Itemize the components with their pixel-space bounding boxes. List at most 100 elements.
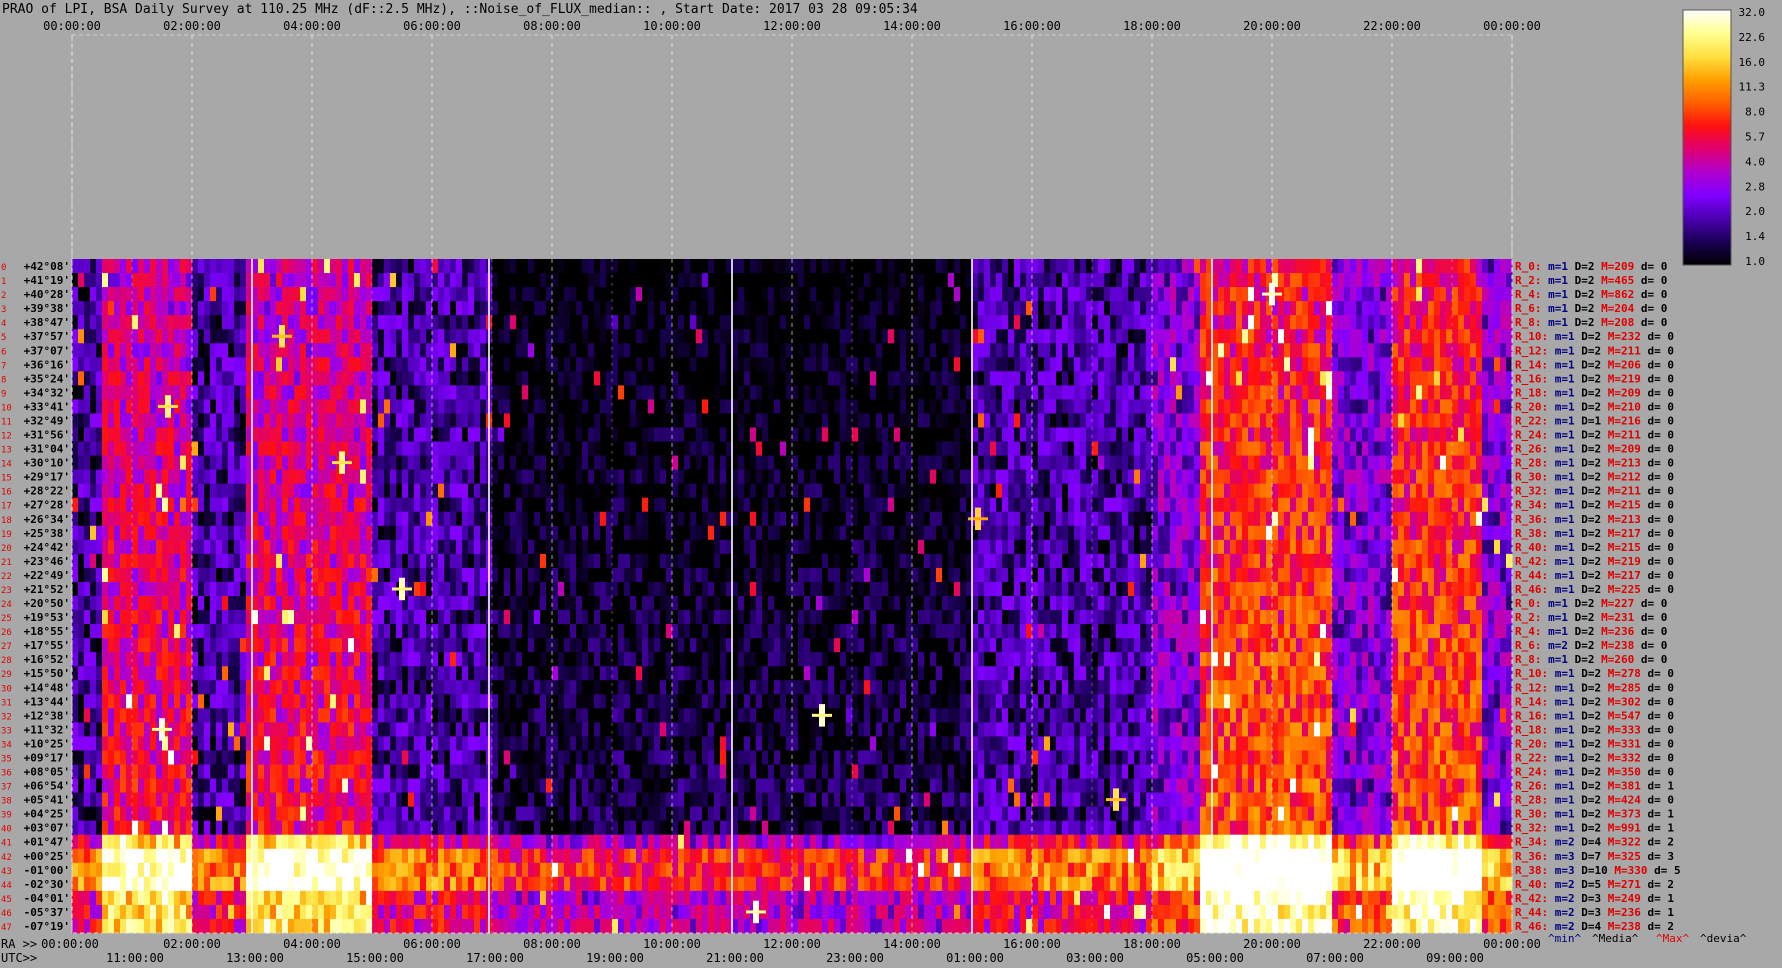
heatmap-cell — [1230, 427, 1237, 442]
heatmap-cell — [702, 329, 709, 344]
heatmap-cell — [1386, 385, 1393, 400]
heatmap-cell — [888, 315, 895, 330]
heatmap-cell — [1494, 469, 1501, 485]
heatmap-cell — [462, 343, 469, 358]
heatmap-cell — [132, 357, 139, 372]
heatmap-cell — [378, 371, 385, 386]
heatmap-cell — [1008, 315, 1015, 330]
heatmap-cell — [1464, 399, 1471, 414]
heatmap-cell — [534, 287, 541, 302]
heatmap-cell — [552, 343, 559, 358]
heatmap-cell — [1278, 259, 1285, 274]
heatmap-cell — [330, 525, 337, 541]
heatmap-cell — [204, 483, 211, 499]
heatmap-cell — [738, 357, 745, 372]
heatmap-cell — [438, 497, 445, 513]
heatmap-cell — [798, 399, 805, 414]
heatmap-cell — [1302, 441, 1309, 456]
heatmap-cell — [702, 259, 709, 274]
heatmap-cell — [1200, 287, 1207, 302]
heatmap-cell — [978, 357, 985, 372]
heatmap-cell — [546, 413, 553, 428]
heatmap-cell — [732, 343, 739, 358]
heatmap-cell — [1020, 273, 1027, 288]
heatmap-cell — [672, 511, 679, 527]
heatmap-cell — [780, 427, 787, 442]
heatmap-cell — [210, 469, 217, 485]
heatmap-cell — [432, 371, 439, 386]
heatmap-cell — [1212, 497, 1219, 513]
heatmap-cell — [312, 399, 319, 414]
heatmap-cell — [948, 441, 955, 456]
heatmap-cell — [546, 441, 553, 456]
heatmap-cell — [528, 399, 535, 414]
heatmap-cell — [618, 511, 625, 527]
heatmap-cell — [672, 329, 679, 344]
heatmap-cell — [1038, 441, 1045, 456]
heatmap-cell — [990, 455, 997, 471]
heatmap-cell — [1224, 301, 1231, 316]
heatmap-cell — [768, 259, 775, 274]
heatmap-cell — [1362, 273, 1369, 288]
heatmap-cell — [96, 399, 103, 414]
heatmap-cell — [360, 469, 367, 485]
heatmap-cell — [1242, 511, 1249, 527]
heatmap-cell — [684, 259, 691, 274]
heatmap-cell — [1092, 441, 1099, 456]
heatmap-cell — [1386, 273, 1393, 288]
heatmap-cell — [810, 287, 817, 302]
heatmap-cell — [1422, 441, 1429, 456]
heatmap-cell — [546, 259, 553, 274]
heatmap-cell — [1284, 343, 1291, 358]
heatmap-cell — [348, 469, 355, 485]
heatmap-cell — [390, 273, 397, 288]
heatmap-cell — [852, 273, 859, 288]
heatmap-cell — [1236, 525, 1243, 541]
heatmap-cell — [402, 539, 409, 555]
heatmap-cell — [1008, 441, 1015, 456]
heatmap-cell — [1374, 399, 1381, 414]
heatmap-cell — [1146, 259, 1153, 274]
heatmap-cell — [1242, 455, 1249, 471]
heatmap-cell — [480, 469, 487, 485]
heatmap-cell — [390, 259, 397, 274]
heatmap-cell — [132, 273, 139, 288]
heatmap-cell — [414, 259, 421, 274]
heatmap-cell — [444, 483, 451, 499]
heatmap-cell — [1134, 497, 1141, 513]
heatmap-cell — [1446, 427, 1453, 442]
heatmap-cell — [576, 301, 583, 316]
heatmap-cell — [624, 413, 631, 428]
heatmap-chart: 00:00:00 02:00:00 04:00:00 06:00:00 08:00:00… — [1, 6, 1765, 965]
heatmap-cell — [390, 315, 397, 330]
heatmap-cell — [654, 525, 661, 541]
heatmap-cell — [258, 455, 265, 471]
heatmap-cell — [270, 427, 277, 442]
heatmap-cell — [1296, 357, 1303, 372]
heatmap-cell — [1188, 469, 1195, 485]
heatmap-cell — [762, 273, 769, 288]
heatmap-cell — [582, 469, 589, 485]
heatmap-cell — [942, 469, 949, 485]
heatmap-cell — [720, 511, 727, 527]
heatmap-cell — [996, 399, 1003, 414]
heatmap-cell — [216, 315, 223, 330]
heatmap-cell — [72, 343, 79, 358]
heatmap-cell — [660, 315, 667, 330]
heatmap-cell — [834, 511, 841, 527]
heatmap-cell — [780, 539, 787, 555]
heatmap-cell — [1116, 511, 1123, 527]
heatmap-cell — [816, 539, 823, 555]
heatmap-cell — [648, 525, 655, 541]
heatmap-cell — [1038, 497, 1045, 513]
heatmap-cell — [906, 539, 913, 555]
heatmap-cell — [528, 315, 535, 330]
heatmap-cell — [1332, 525, 1339, 541]
heatmap-cell — [198, 357, 205, 372]
heatmap-cell — [762, 343, 769, 358]
heatmap-cell — [114, 483, 121, 499]
heatmap-cell — [1470, 259, 1477, 274]
heatmap-cell — [300, 455, 307, 471]
heatmap-cell — [942, 287, 949, 302]
heatmap-cell — [864, 469, 871, 485]
